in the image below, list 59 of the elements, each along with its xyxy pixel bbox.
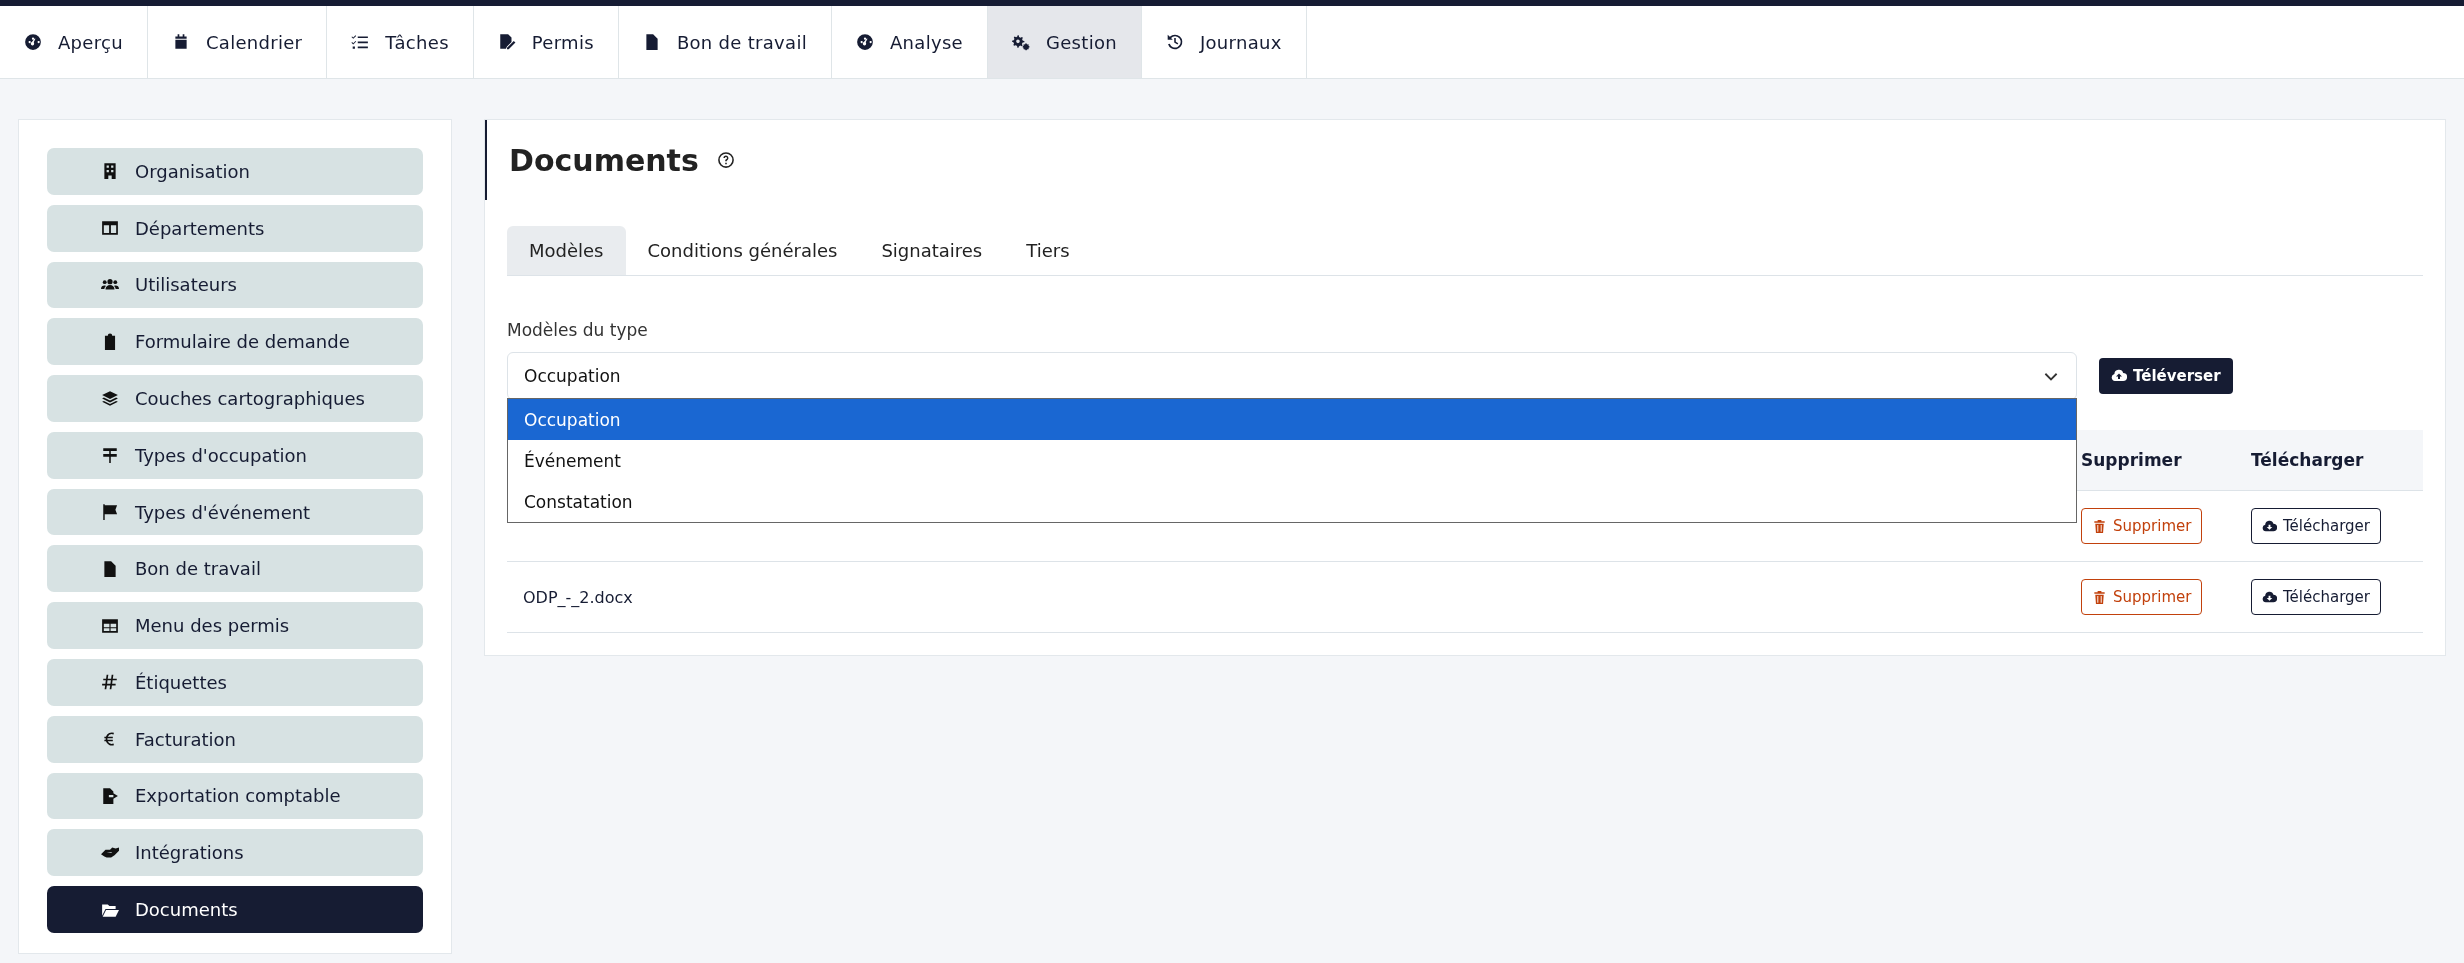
table-icon bbox=[101, 616, 119, 635]
sidebar-item[interactable]: Types d'événement bbox=[47, 488, 423, 536]
delete-button[interactable]: Supprimer bbox=[2081, 579, 2203, 615]
history-icon bbox=[1165, 33, 1184, 51]
trash-icon bbox=[2092, 589, 2107, 605]
nav-tab[interactable]: Permis bbox=[473, 6, 619, 78]
file-icon bbox=[101, 559, 119, 578]
nav-tab[interactable]: Analyse bbox=[832, 6, 988, 78]
sidebar-item[interactable]: Intégrations bbox=[47, 829, 423, 877]
building-icon bbox=[101, 162, 119, 181]
export-icon bbox=[101, 787, 119, 805]
gears-icon bbox=[1011, 33, 1030, 51]
trash-icon bbox=[2092, 518, 2107, 534]
download-button[interactable]: Télécharger bbox=[2251, 579, 2381, 615]
gauge-icon bbox=[856, 33, 874, 51]
tab[interactable]: Tiers bbox=[1004, 226, 1092, 275]
dropdown-option[interactable]: Occupation bbox=[508, 399, 2076, 440]
sidebar-item[interactable]: Facturation bbox=[47, 715, 423, 763]
delete-button[interactable]: Supprimer bbox=[2081, 508, 2203, 544]
gauge-icon bbox=[24, 33, 42, 51]
file-name: ODP_-_2.docx bbox=[523, 587, 633, 607]
hash-icon bbox=[101, 673, 119, 692]
sidebar-item[interactable]: Utilisateurs bbox=[47, 261, 423, 309]
nav-tab[interactable]: Aperçu bbox=[0, 6, 148, 78]
dropdown-option[interactable]: Événement bbox=[508, 440, 2076, 481]
layers-icon bbox=[101, 389, 119, 408]
columns-icon bbox=[101, 219, 119, 238]
signpost-icon bbox=[101, 446, 119, 465]
list-icon bbox=[351, 33, 370, 51]
page-title: Documents bbox=[509, 142, 699, 178]
tab[interactable]: Signataires bbox=[859, 226, 1005, 275]
help-icon bbox=[716, 151, 735, 169]
nav-tab[interactable]: Tâches bbox=[327, 6, 474, 78]
nav-tab[interactable]: Calendrier bbox=[147, 6, 328, 78]
column-header: Télécharger bbox=[2251, 450, 2365, 470]
select-label: Modèles du type bbox=[507, 320, 649, 340]
sidebar-item[interactable]: Couches cartographiques bbox=[47, 375, 423, 422]
sidebar-item[interactable]: Bon de travail bbox=[47, 545, 423, 593]
nav-tab[interactable]: Journaux bbox=[1141, 6, 1307, 78]
sidebar-item[interactable]: Organisation bbox=[47, 148, 423, 195]
sidebar-item[interactable]: Étiquettes bbox=[47, 659, 423, 706]
nav-tab[interactable]: Gestion bbox=[987, 6, 1142, 78]
sidebar-item[interactable]: Documents bbox=[47, 886, 423, 933]
sidebar-item[interactable]: Menu des permis bbox=[47, 602, 423, 650]
sidebar-item[interactable]: Départements bbox=[47, 204, 423, 252]
cloud-download-icon bbox=[2262, 589, 2277, 605]
download-button[interactable]: Télécharger bbox=[2251, 508, 2381, 544]
tab[interactable]: Modèles bbox=[507, 226, 626, 275]
dropdown-option[interactable]: Constatation bbox=[508, 481, 2076, 522]
sidebar-item[interactable]: Types d'occupation bbox=[47, 431, 423, 479]
sidebar-item[interactable]: Exportation comptable bbox=[47, 772, 423, 820]
sidebar-item[interactable]: Formulaire de demande bbox=[47, 318, 423, 366]
cloud-download-icon bbox=[2262, 518, 2277, 534]
column-header: Supprimer bbox=[2081, 450, 2183, 470]
flag-icon bbox=[101, 503, 119, 522]
nav-tab[interactable]: Bon de travail bbox=[618, 6, 832, 78]
upload-button[interactable]: Téléverser bbox=[2099, 358, 2233, 394]
cloud-upload-icon bbox=[2111, 368, 2127, 384]
tab[interactable]: Conditions générales bbox=[625, 226, 860, 275]
